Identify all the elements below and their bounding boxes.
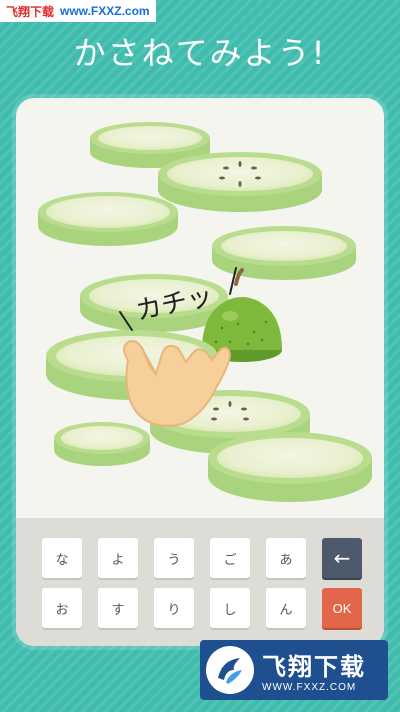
ok-button[interactable]: OK: [322, 588, 362, 628]
pear-slice[interactable]: [54, 422, 150, 466]
pear-slice-with-seeds[interactable]: [158, 152, 322, 212]
pear-slice[interactable]: [212, 226, 356, 280]
kana-key[interactable]: う: [154, 538, 194, 578]
pear-slice[interactable]: [208, 432, 372, 502]
watermark-site-url: WWW.FXXZ.COM: [262, 682, 357, 693]
kana-key[interactable]: よ: [98, 538, 138, 578]
kana-key[interactable]: り: [154, 588, 194, 628]
page-title: かさねてみよう!: [73, 34, 327, 72]
watermark-site-url: www.FXXZ.com: [60, 4, 150, 18]
watermark-site-name: 飞翔下载: [262, 653, 366, 681]
watermark-site-name: 飞翔下载: [6, 4, 55, 19]
site-logo: [206, 646, 254, 694]
game-board: カチッ な よ う ご あ ← お す り し ん OK: [16, 98, 384, 646]
pear-slice-scene: カチッ: [38, 122, 372, 502]
bottom-watermark: 飞翔下载 WWW.FXXZ.COM: [200, 640, 388, 700]
kana-key[interactable]: あ: [266, 538, 306, 578]
top-watermark: 飞翔下载 www.FXXZ.com: [0, 0, 156, 22]
kana-key[interactable]: お: [42, 588, 82, 628]
answer-keypad: な よ う ご あ ← お す り し ん OK: [16, 518, 384, 646]
kana-key[interactable]: ん: [266, 588, 306, 628]
logo-icon: [218, 658, 242, 684]
pear-slice[interactable]: [38, 192, 178, 246]
back-arrow-icon[interactable]: ←: [322, 538, 362, 578]
kana-key[interactable]: な: [42, 538, 82, 578]
kana-key[interactable]: し: [210, 588, 250, 628]
kana-key[interactable]: ご: [210, 538, 250, 578]
kana-key[interactable]: す: [98, 588, 138, 628]
